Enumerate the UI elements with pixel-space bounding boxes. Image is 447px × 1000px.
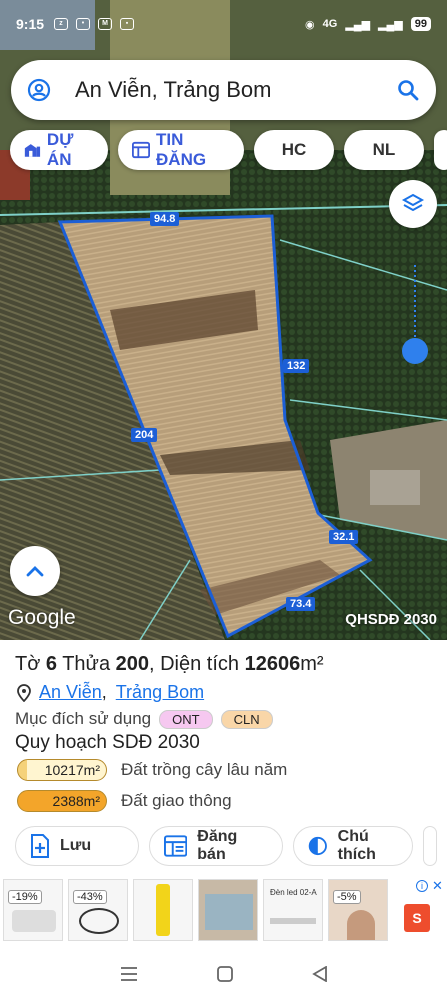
- location-pin-icon: [17, 683, 31, 702]
- signal-icon-2: ▂▄▆: [378, 18, 403, 31]
- post-listing-label: Đăng bán: [197, 828, 238, 863]
- battery-level: 99: [410, 17, 431, 31]
- chip-listings[interactable]: TIN ĐĂNG: [118, 130, 244, 170]
- plan-land-type: Đất giao thông: [121, 791, 232, 810]
- signal-icon: ▂▄▆: [345, 18, 371, 31]
- status-bar: 9:15 z • M ▪ ◉ 4G ▂▄▆ ▂▄▆ 99: [0, 0, 447, 48]
- search-bar[interactable]: An Viễn, Trảng Bom: [11, 60, 436, 120]
- notification-icon: •: [76, 18, 91, 30]
- layers-button[interactable]: [389, 180, 437, 228]
- chip-listings-label: TIN ĐĂNG: [156, 130, 207, 169]
- chip-projects[interactable]: DỰ ÁN: [10, 130, 108, 170]
- action-buttons: Lưu Đăng bán Chú thích: [15, 826, 437, 866]
- filter-chips: DỰ ÁN TIN ĐĂNG HC NL: [10, 130, 447, 170]
- more-actions-button[interactable]: [423, 826, 437, 866]
- expand-panel-button[interactable]: [10, 546, 60, 596]
- ad-product[interactable]: -5%: [328, 879, 388, 941]
- map-layer-label: QHSDĐ 2030: [345, 611, 437, 628]
- land-purpose-row: Mục đích sử dụng ONT CLN: [15, 709, 273, 729]
- edge-length-label: 94.8: [150, 212, 180, 226]
- back-icon[interactable]: [311, 965, 328, 982]
- ad-discount-badge: -43%: [73, 890, 107, 904]
- plan-land-type: Đất trồng cây lâu năm: [121, 760, 288, 779]
- land-purpose-label: Mục đích sử dụng: [15, 709, 152, 728]
- ad-banner[interactable]: -19% -43% Đèn led 02-A -5% i ✕ S: [0, 872, 447, 947]
- edge-length-label: 204: [131, 428, 158, 442]
- ad-product[interactable]: Đèn led 02-A: [263, 879, 323, 941]
- ad-info-icon[interactable]: i: [416, 880, 428, 892]
- chip-hc-label: HC: [281, 140, 307, 159]
- calendar-list-icon: [132, 141, 151, 159]
- home-icon[interactable]: [216, 965, 233, 982]
- save-button-label: Lưu: [60, 837, 92, 854]
- ad-product[interactable]: -43%: [68, 879, 128, 941]
- search-location-title[interactable]: An Viễn, Trảng Bom: [75, 77, 396, 103]
- add-file-icon: [31, 834, 49, 858]
- system-nav-bar: [0, 947, 447, 1000]
- chip-nl-label: NL: [372, 140, 396, 159]
- menu-icon[interactable]: [120, 966, 138, 982]
- status-time: 9:15: [16, 16, 45, 32]
- ad-product[interactable]: -19%: [3, 879, 63, 941]
- shopee-logo: S: [404, 904, 430, 932]
- mail-icon: M: [98, 18, 113, 30]
- edge-length-label: 132: [283, 359, 310, 373]
- ad-close-icon[interactable]: ✕: [432, 878, 443, 894]
- parcel-info-panel: Tờ 6 Thửa 200, Diện tích 12606m² An Viễn…: [0, 640, 447, 872]
- parcel-title: Tờ 6 Thửa 200, Diện tích 12606m²: [15, 653, 324, 675]
- building-icon: [24, 144, 41, 157]
- chevron-up-icon: [26, 566, 44, 577]
- save-button[interactable]: Lưu: [15, 826, 139, 866]
- zalo-icon: z: [54, 18, 69, 30]
- chip-nl[interactable]: NL: [344, 130, 424, 170]
- calendar-icon: ▪: [120, 18, 135, 30]
- ad-discount-badge: -19%: [8, 890, 42, 904]
- land-tag-ont: ONT: [159, 709, 213, 729]
- address-separator: ,: [101, 682, 112, 702]
- legend-label: Chú thích: [337, 828, 376, 863]
- listing-icon: [164, 835, 188, 857]
- plan-area-badge: 2388m²: [17, 790, 107, 812]
- plan-title: Quy hoạch SDĐ 2030: [15, 732, 200, 753]
- plan-area-badge: 10217m²: [17, 759, 107, 781]
- ad-discount-badge: -5%: [333, 890, 361, 904]
- commune-link[interactable]: An Viễn: [39, 682, 102, 703]
- network-type: 4G: [322, 18, 338, 30]
- profile-icon[interactable]: [27, 78, 51, 102]
- legend-icon: [308, 836, 327, 856]
- google-logo: Google: [8, 606, 76, 629]
- chip-more[interactable]: [434, 130, 447, 170]
- ad-product[interactable]: [198, 879, 258, 941]
- location-status-icon: ◉: [305, 18, 315, 31]
- land-tag-cln: CLN: [220, 709, 273, 729]
- plan-row: 10217m² Đất trồng cây lâu năm: [17, 759, 287, 781]
- search-icon[interactable]: [396, 78, 420, 102]
- layers-icon: [401, 193, 425, 212]
- district-link[interactable]: Trảng Bom: [116, 682, 204, 703]
- plan-row: 2388m² Đất giao thông: [17, 790, 232, 812]
- chip-projects-label: DỰ ÁN: [46, 130, 74, 169]
- edge-length-label: 73.4: [286, 597, 316, 611]
- chip-hc[interactable]: HC: [254, 130, 334, 170]
- opacity-slider-handle[interactable]: [402, 338, 428, 364]
- ad-product[interactable]: [133, 879, 193, 941]
- legend-button[interactable]: Chú thích: [293, 826, 413, 866]
- post-listing-button[interactable]: Đăng bán: [149, 826, 283, 866]
- edge-length-label: 32.1: [329, 530, 359, 544]
- ad-product-text: Đèn led 02-A: [270, 888, 317, 897]
- map-view[interactable]: 9:15 z • M ▪ ◉ 4G ▂▄▆ ▂▄▆ 99 An Viễn, Tr…: [0, 0, 447, 640]
- parcel-address: An Viễn, Trảng Bom: [17, 682, 204, 703]
